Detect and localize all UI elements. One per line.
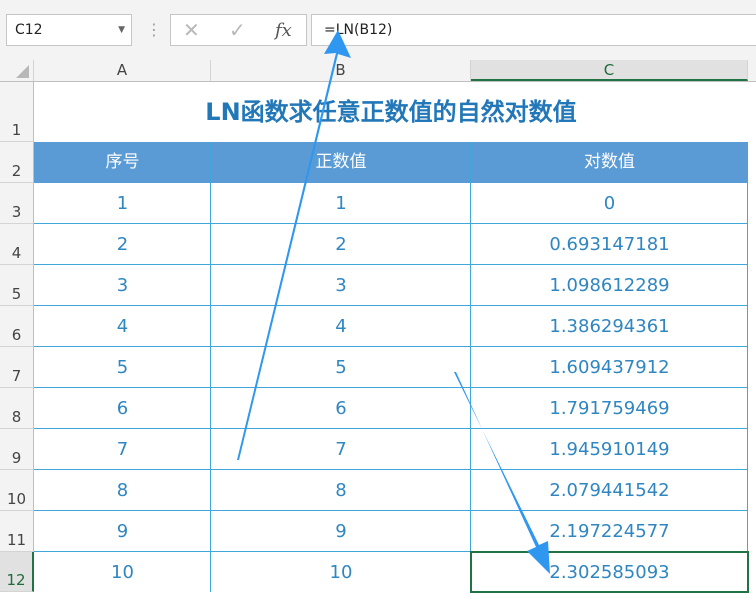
annotation-arrows <box>237 30 550 574</box>
arrow-to-cell-c12 <box>454 372 550 574</box>
arrow-to-formula <box>237 30 351 460</box>
